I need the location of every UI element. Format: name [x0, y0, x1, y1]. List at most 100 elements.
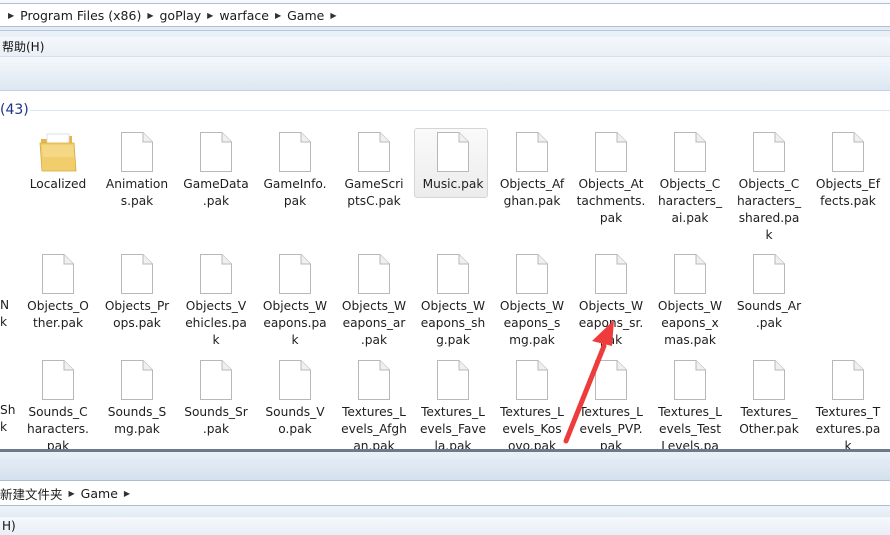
file-name: GameScri ptsC.pak: [336, 176, 412, 210]
file-icon: [436, 131, 470, 173]
file-name-line: .pak: [360, 333, 388, 347]
breadcrumb-arrow-icon[interactable]: ▶: [8, 11, 14, 20]
file-name-line: Objects_W: [420, 299, 486, 313]
file-name-line: GameInfo.: [263, 177, 327, 191]
group-count: (43): [0, 102, 29, 118]
address-bar-container: ▶ Program Files (x86) ▶ goPlay ▶ warface ▶ Game…: [0, 0, 890, 31]
file-icon: [436, 253, 470, 295]
file-name-line: mas.pak: [664, 333, 716, 347]
file-icon: [673, 253, 707, 295]
file-name: GameData .pak: [178, 176, 254, 210]
menu-help[interactable]: 帮助(H): [0, 38, 46, 55]
file-name: Sounds_V o.pak: [257, 404, 333, 438]
breadcrumb-arrow-icon[interactable]: ▶: [207, 11, 213, 20]
folder-icon: [38, 131, 77, 173]
edge-label-fragment: N: [0, 298, 10, 312]
file-name-line: Textures_T: [815, 405, 881, 419]
file-icon: [515, 359, 549, 401]
lower-breadcrumb-item[interactable]: Game: [81, 486, 118, 501]
edge-label-fragment: Sh: [0, 403, 16, 417]
file-name-line: Other.pak: [739, 422, 799, 436]
file-name-line: Levels.pa: [661, 439, 719, 449]
file-name-line: eapons.pa: [263, 316, 327, 330]
file-name-line: Objects_V: [185, 299, 247, 313]
file-name-line: Sounds_C: [28, 405, 88, 419]
file-name: Localized: [20, 176, 96, 193]
file-name-line: Objects_Af: [499, 177, 565, 191]
file-name-line: GameData: [183, 177, 249, 191]
address-bar[interactable]: ▶ Program Files (x86) ▶ goPlay ▶ warface ▶ Game…: [0, 3, 890, 27]
file-icon: [199, 131, 233, 173]
breadcrumb-arrow-icon[interactable]: ▶: [275, 11, 281, 20]
file-name-line: mg.pak: [509, 333, 555, 347]
file-icon: [199, 253, 233, 295]
file-name-line: Textures_L: [342, 405, 406, 419]
breadcrumb-item[interactable]: Game: [287, 8, 324, 23]
breadcrumb-arrow-icon[interactable]: ▶: [330, 11, 336, 20]
file-name-line: an.pak: [353, 439, 395, 449]
file-name-line: fects.pak: [820, 194, 876, 208]
file-name-line: k: [765, 228, 773, 242]
file-icon: [120, 131, 154, 173]
file-name-line: shared.pa: [738, 211, 800, 225]
file-name: Objects_At tachments. pak: [573, 176, 649, 227]
breadcrumb-arrow-icon[interactable]: ▶: [69, 489, 75, 498]
file-name: Objects_W eapons_x mas.pak: [652, 298, 728, 349]
file-name: Textures_ Other.pak: [731, 404, 807, 438]
breadcrumb-arrow-icon[interactable]: ▶: [124, 489, 130, 498]
file-name-line: haracters.: [27, 422, 89, 436]
file-name-line: evels_PVP.: [579, 422, 643, 436]
file-name-line: haracters_: [657, 194, 723, 208]
file-name: Textures_L evels_Test Levels.pa: [652, 404, 728, 449]
lower-address-bar[interactable]: 新建文件夹 ▶ Game ▶: [0, 480, 890, 506]
lower-breadcrumb-item[interactable]: 新建文件夹: [0, 484, 63, 503]
file-name-line: k: [212, 333, 220, 347]
file-icon: [278, 359, 312, 401]
file-name-line: Objects_W: [657, 299, 723, 313]
file-name: Objects_W eapons_sh g.pak: [415, 298, 491, 349]
breadcrumb-item[interactable]: Program Files (x86): [20, 8, 141, 23]
file-name: Objects_Af ghan.pak: [494, 176, 570, 210]
breadcrumb-arrow-icon[interactable]: ▶: [147, 11, 153, 20]
file-name-line: Objects_O: [27, 299, 89, 313]
file-name-line: pak: [283, 194, 307, 208]
breadcrumb-item[interactable]: warface: [219, 8, 269, 23]
file-name-line: evels_Fave: [419, 422, 487, 436]
file-icon: [278, 253, 312, 295]
file-icon: [515, 253, 549, 295]
file-name-line: .pak: [202, 194, 230, 208]
file-icon: [752, 131, 786, 173]
group-header[interactable]: (43): [0, 99, 890, 121]
file-icon: [357, 359, 391, 401]
file-icon: [120, 253, 154, 295]
file-name-line: Sounds_S: [107, 405, 167, 419]
file-name: Sounds_Sr .pak: [178, 404, 254, 438]
file-name-line: Textures_L: [658, 405, 722, 419]
file-name-line: Sounds_Ar: [736, 299, 802, 313]
file-icon: [831, 359, 865, 401]
file-name-line: pak: [599, 211, 623, 225]
file-icon: [436, 359, 470, 401]
lower-chrome-gap: [0, 506, 890, 517]
file-name-line: evels_Test: [658, 422, 722, 436]
command-toolbar: [0, 57, 890, 91]
file-icon: [357, 253, 391, 295]
file-icon: [278, 131, 312, 173]
file-name: Textures_L evels_PVP. pak: [573, 404, 649, 449]
file-name-line: Sounds_Sr: [184, 405, 248, 419]
file-name: Sounds_C haracters. pak: [20, 404, 96, 449]
file-name-line: mg.pak: [114, 422, 160, 436]
file-name-line: Music.pak: [422, 177, 484, 191]
file-name-line: haracters_: [736, 194, 802, 208]
file-grid: N k Sh k Localized Animation s.pak GameData…: [0, 121, 890, 449]
file-name-line: Sounds_V: [265, 405, 325, 419]
edge-label-fragment: k: [0, 315, 8, 329]
breadcrumb-item[interactable]: goPlay: [160, 8, 202, 23]
file-name: Textures_L evels_Kos ovo.pak: [494, 404, 570, 449]
file-name-line: pak: [599, 439, 623, 449]
lower-menu-help[interactable]: H): [0, 519, 18, 533]
file-icon: [673, 359, 707, 401]
file-name-line: Textures_L: [500, 405, 564, 419]
file-name: Sounds_S mg.pak: [99, 404, 175, 438]
file-name-line: eapons_x: [661, 316, 719, 330]
